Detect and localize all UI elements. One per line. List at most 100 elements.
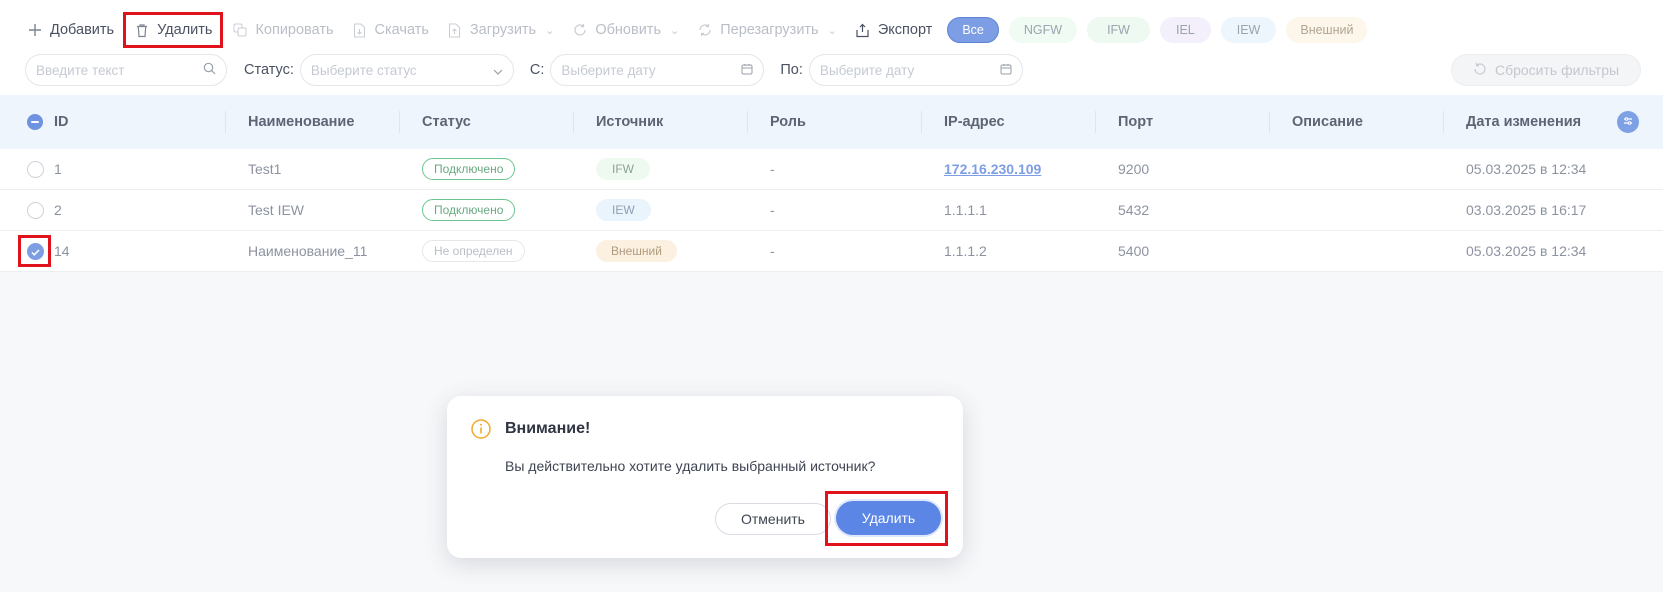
table-header: ID Наименование Статус Источник Роль IP-… xyxy=(0,95,1663,149)
cell-date: 03.03.2025 в 16:17 xyxy=(1466,202,1587,218)
column-header-date[interactable]: Дата изменения xyxy=(1466,95,1581,149)
column-header-description[interactable]: Описание xyxy=(1292,95,1363,149)
column-header-role[interactable]: Роль xyxy=(770,95,806,149)
search-icon xyxy=(203,62,216,78)
source-badge: Внешний xyxy=(596,240,677,262)
column-header-ip[interactable]: IP-адрес xyxy=(944,95,1005,149)
table-row[interactable]: 14 Наименование_11 Не определен Внешний … xyxy=(0,231,1663,272)
date-from-picker[interactable]: Выберите дату xyxy=(550,54,765,86)
copy-button-label: Копировать xyxy=(255,22,334,38)
update-dropdown[interactable]: Обновить ⌄ xyxy=(563,10,688,50)
chip-all[interactable]: Все xyxy=(947,17,999,43)
cell-id: 1 xyxy=(54,161,62,177)
delete-button-label: Удалить xyxy=(157,22,213,38)
cell-ip: 1.1.1.2 xyxy=(944,243,987,259)
chevron-down-icon xyxy=(493,63,503,78)
confirm-delete-button[interactable]: Удалить xyxy=(836,501,941,535)
search-input[interactable]: Введите текст xyxy=(25,54,227,86)
download-button[interactable]: Скачать xyxy=(343,10,438,50)
status-badge: Подключено xyxy=(422,158,516,180)
chip-ngfw[interactable]: NGFW xyxy=(1008,17,1078,43)
search-input-placeholder: Введите текст xyxy=(36,62,125,78)
cell-status: Не определен xyxy=(422,231,525,271)
row-checkbox[interactable] xyxy=(27,202,44,219)
chevron-down-icon: ⌄ xyxy=(545,24,555,37)
calendar-icon xyxy=(741,63,753,78)
sliders-icon xyxy=(1623,113,1633,131)
column-header-port[interactable]: Порт xyxy=(1118,95,1153,149)
chip-ifw[interactable]: IFW xyxy=(1087,17,1150,43)
download-button-label: Скачать xyxy=(374,22,429,38)
column-header-status[interactable]: Статус xyxy=(422,95,471,149)
export-button-label: Экспорт xyxy=(877,22,933,38)
dialog-message: Вы действительно хотите удалить выбранны… xyxy=(505,458,876,474)
cancel-button[interactable]: Отменить xyxy=(715,503,831,535)
trash-icon xyxy=(134,22,150,38)
cell-ip: 1.1.1.1 xyxy=(944,202,987,218)
date-to-picker[interactable]: Выберите дату xyxy=(808,54,1023,86)
column-header-source[interactable]: Источник xyxy=(596,95,663,149)
status-badge: Не определен xyxy=(422,240,525,262)
status-badge: Подключено xyxy=(422,199,516,221)
cell-name: Test1 xyxy=(248,161,282,177)
cell-role: - xyxy=(770,202,775,218)
cell-status: Подключено xyxy=(422,149,516,189)
cell-name: Test IEW xyxy=(248,202,305,218)
chevron-down-icon: ⌄ xyxy=(827,24,837,37)
select-all-checkbox[interactable] xyxy=(27,114,43,130)
cell-role: - xyxy=(770,243,775,259)
reboot-dropdown-label: Перезагрузить xyxy=(720,22,819,38)
status-select-placeholder: Выберите статус xyxy=(310,62,417,78)
chip-external[interactable]: Внешний xyxy=(1286,17,1368,43)
column-header-name[interactable]: Наименование xyxy=(248,95,354,149)
reboot-icon xyxy=(697,22,713,38)
column-divider xyxy=(1095,111,1096,133)
table-row[interactable]: 2 Test IEW Подключено IEW - 1.1.1.1 5432… xyxy=(0,190,1663,231)
calendar-icon xyxy=(1000,63,1012,78)
chip-iel[interactable]: IEL xyxy=(1159,17,1211,43)
export-button[interactable]: Экспорт xyxy=(846,10,941,50)
chip-iew[interactable]: IEW xyxy=(1220,17,1277,43)
column-settings-button[interactable] xyxy=(1617,111,1639,133)
update-dropdown-label: Обновить xyxy=(595,22,661,38)
copy-button[interactable]: Копировать xyxy=(223,10,342,50)
status-filter-label: Статус: xyxy=(244,62,294,78)
ip-link[interactable]: 172.16.230.109 xyxy=(944,161,1041,177)
cell-source: Внешний xyxy=(596,231,677,271)
download-icon xyxy=(352,22,368,38)
add-button[interactable]: Добавить xyxy=(18,10,123,50)
column-divider xyxy=(573,111,574,133)
cell-source: IEW xyxy=(596,190,651,230)
date-to-label: По: xyxy=(780,62,803,78)
reboot-dropdown[interactable]: Перезагрузить ⌄ xyxy=(688,10,846,50)
reset-filters-button[interactable]: Сбросить фильтры xyxy=(1451,54,1641,86)
add-button-label: Добавить xyxy=(50,22,115,38)
content-panel: Добавить Удалить Копировать Скачать Загр… xyxy=(0,0,1663,592)
table-row[interactable]: 1 Test1 Подключено IFW - 172.16.230.109 … xyxy=(0,149,1663,190)
column-divider xyxy=(921,111,922,133)
source-badge: IEW xyxy=(596,199,651,221)
column-divider xyxy=(747,111,748,133)
column-header-id[interactable]: ID xyxy=(54,95,69,149)
source-filter-chips: Все NGFW IFW IEL IEW Внешний xyxy=(947,17,1368,43)
date-from-label: С: xyxy=(529,62,545,78)
cell-ip: 172.16.230.109 xyxy=(944,149,1041,189)
cell-port: 9200 xyxy=(1118,161,1150,177)
date-to-placeholder: Выберите дату xyxy=(819,62,915,78)
copy-icon xyxy=(232,22,248,38)
dialog-title: Внимание! xyxy=(505,420,591,437)
upload-dropdown[interactable]: Загрузить ⌄ xyxy=(438,10,563,50)
row-checkbox[interactable] xyxy=(27,161,44,178)
upload-dropdown-label: Загрузить xyxy=(469,22,537,38)
refresh-icon xyxy=(572,22,588,38)
plus-icon xyxy=(27,22,43,38)
status-select[interactable]: Выберите статус xyxy=(299,54,514,86)
chevron-down-icon: ⌄ xyxy=(670,24,680,37)
checkbox-highlight xyxy=(18,235,51,267)
column-divider xyxy=(399,111,400,133)
cell-id: 2 xyxy=(54,202,62,218)
reset-filters-label: Сбросить фильтры xyxy=(1494,62,1620,78)
cell-role: - xyxy=(770,161,775,177)
delete-button[interactable]: Удалить xyxy=(123,12,224,48)
date-from-placeholder: Выберите дату xyxy=(561,62,656,78)
